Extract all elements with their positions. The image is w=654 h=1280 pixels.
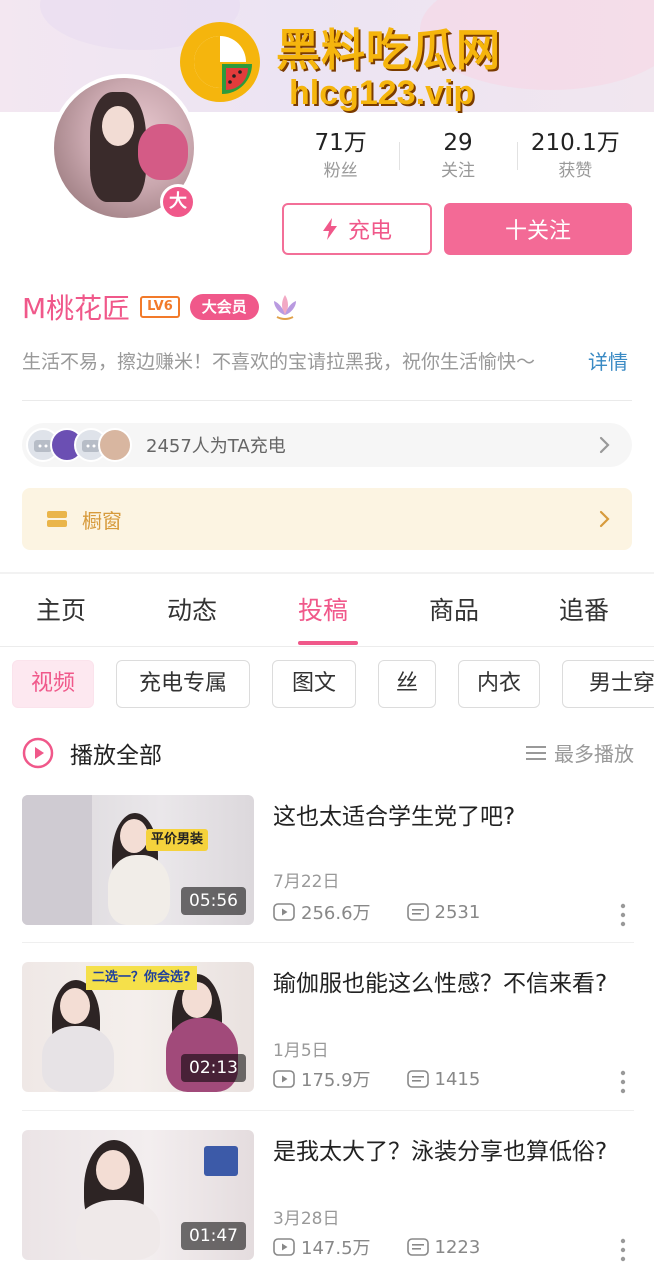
more-vertical-icon[interactable] [620,903,626,927]
chip-silk[interactable]: 丝 [378,660,436,708]
active-tab-indicator [298,641,358,645]
video-date: 7月22日 [273,872,340,892]
more-vertical-icon[interactable] [620,1070,626,1094]
video-item[interactable]: 二选一？你会选? 02:13 瑜伽服也能这么性感？不信来看? 1月5日 175.… [22,962,634,1094]
follow-button-label: 十关注 [504,219,571,244]
video-duration: 01:47 [181,1222,246,1250]
chip-underwear[interactable]: 内衣 [458,660,540,708]
profile-stats: 71万 粉丝 29 关注 210.1万 获赞 [282,128,634,188]
video-views: 256.6万 [301,903,371,924]
stat-label: 获赞 [558,161,593,181]
chip-videos[interactable]: 视频 [12,660,94,708]
play-circle-icon[interactable] [22,737,54,769]
section-divider [0,572,654,574]
follow-button[interactable]: 十关注 [444,203,632,255]
supporter-avatar [98,428,132,462]
shop-window-label: 橱窗 [82,508,122,533]
bio-text: 生活不易，擦边赚米！不喜欢的宝请拉黑我，祝你生活愉快～ [22,351,536,373]
sort-selector[interactable]: 最多播放 [526,738,634,767]
video-meta: 175.9万 1415 [273,1066,480,1092]
chip-image-text[interactable]: 图文 [272,660,356,708]
danmaku-icon [406,903,429,921]
bio-details-link[interactable]: 详情 [588,346,628,378]
charge-button[interactable]: 充电 [282,203,432,255]
user-name: M桃花匠 [22,292,131,325]
divider [0,646,654,647]
profile-tabs: 主页 动态 投稿 商品 追番 [0,580,654,644]
video-danmaku-count: 1223 [434,1236,481,1258]
chevron-right-icon [599,510,610,528]
window-icon [47,511,67,527]
video-duration: 05:56 [181,887,246,915]
play-all-row: 播放全部 最多播放 [22,730,634,776]
supporter-avatars [26,428,132,462]
watermark-logo-icon [180,22,260,102]
video-views: 147.5万 [301,1238,371,1259]
tab-home[interactable]: 主页 [36,580,86,644]
stat-likes[interactable]: 210.1万 获赞 [516,128,634,188]
vip-badge[interactable]: 大会员 [189,294,259,320]
divider [22,400,632,401]
video-item[interactable]: 平价男装 05:56 这也太适合学生党了吧? 7月22日 256.6万 2531 [22,795,634,927]
video-meta: 256.6万 2531 [273,899,480,925]
stat-value: 29 [443,130,473,156]
level-badge: LV6 [140,296,180,318]
charge-button-label: 充电 [347,219,392,244]
lotus-icon[interactable] [269,291,301,323]
stat-fans[interactable]: 71万 粉丝 [282,128,399,188]
category-chips: 视频 充电专属 图文 丝 内衣 男士穿 [12,660,654,708]
play-all-label[interactable]: 播放全部 [70,736,162,770]
avatar-badge: 大 [160,184,196,220]
divider [22,1110,634,1111]
video-date: 1月5日 [273,1041,329,1061]
sort-label: 最多播放 [554,742,634,766]
video-danmaku-count: 1415 [434,1068,481,1090]
chevron-right-icon [599,436,610,454]
video-title: 这也太适合学生党了吧? [273,804,516,830]
tab-dynamics[interactable]: 动态 [167,580,217,644]
views-icon [273,1070,295,1088]
video-danmaku-count: 2531 [434,901,481,923]
divider [22,942,634,943]
video-duration: 02:13 [181,1054,246,1082]
video-thumbnail[interactable]: 二选一？你会选? 02:13 [22,962,254,1092]
tab-bangumi[interactable]: 追番 [559,580,609,644]
sort-icon [526,745,546,760]
thumbnail-caption: 二选一？你会选? [86,966,197,990]
views-icon [273,1238,295,1256]
video-date: 3月28日 [273,1209,340,1229]
tab-products[interactable]: 商品 [429,580,479,644]
charge-supporters-row[interactable]: 2457人为TA充电 [22,423,632,467]
chip-charge-exclusive[interactable]: 充电专属 [116,660,250,708]
danmaku-icon [406,1070,429,1088]
thumbnail-caption: 平价男装 [146,829,209,851]
video-title: 瑜伽服也能这么性感？不信来看? [273,971,608,997]
more-vertical-icon[interactable] [620,1238,626,1262]
stat-value: 210.1万 [530,130,620,156]
charge-count-text: 2457人为TA充电 [146,436,286,457]
tab-uploads[interactable]: 投稿 [298,580,348,644]
bolt-icon [322,218,337,240]
video-item[interactable]: 01:47 是我太大了？泳装分享也算低俗? 3月28日 147.5万 1223 [22,1130,634,1262]
views-icon [273,903,295,921]
video-meta: 147.5万 1223 [273,1234,480,1260]
video-views: 175.9万 [301,1070,371,1091]
chip-menswear[interactable]: 男士穿 [562,660,654,708]
watermark-title: 黑料吃瓜网 [276,25,501,76]
video-thumbnail[interactable]: 平价男装 05:56 [22,795,254,925]
stat-value: 71万 [314,130,367,156]
stat-label: 粉丝 [323,161,358,181]
stat-following[interactable]: 29 关注 [399,128,516,188]
watermark-url: hlcg123.vip [289,74,475,112]
danmaku-icon [406,1238,429,1256]
video-thumbnail[interactable]: 01:47 [22,1130,254,1260]
stat-label: 关注 [440,161,475,181]
video-title: 是我太大了？泳装分享也算低俗? [273,1139,608,1165]
shop-window-row[interactable]: 橱窗 [22,488,632,550]
name-row: M桃花匠 LV6 大会员 [22,284,301,330]
